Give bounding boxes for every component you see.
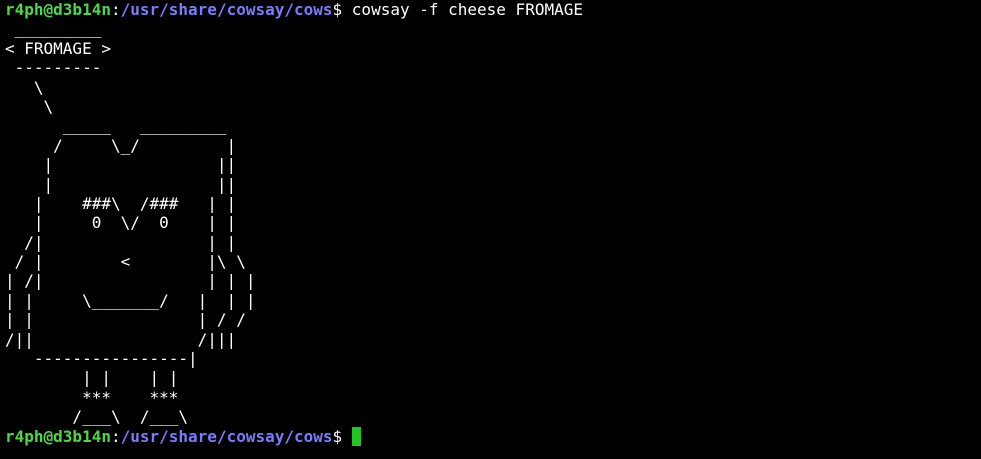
output-line: / | < |\ \ bbox=[5, 252, 246, 272]
output-line: --------- bbox=[5, 58, 102, 78]
terminal-window[interactable]: r4ph@d3b14n:/usr/share/cowsay/cows$ cows… bbox=[0, 0, 981, 459]
command-line: r4ph@d3b14n:/usr/share/cowsay/cows$ cows… bbox=[5, 0, 981, 19]
prompt-path: /usr/share/cowsay/cows bbox=[120, 0, 333, 19]
output-line: /| | | bbox=[5, 232, 237, 252]
output-line: | ###\ /### | | bbox=[5, 193, 237, 213]
prompt-user-host: r4ph@d3b14n bbox=[5, 0, 111, 19]
prompt-symbol: $ bbox=[332, 0, 352, 19]
active-prompt-line[interactable]: r4ph@d3b14n:/usr/share/cowsay/cows$ bbox=[5, 426, 981, 446]
output-line: _____ _________ bbox=[5, 116, 227, 136]
output-line: \ bbox=[5, 96, 54, 116]
prompt-symbol: $ bbox=[332, 426, 352, 446]
prompt-path: /usr/share/cowsay/cows bbox=[120, 426, 333, 446]
output-line: | | \_______/ | | | bbox=[5, 290, 256, 310]
output-line: < FROMAGE > bbox=[5, 38, 111, 58]
command-text: cowsay -f cheese FROMAGE bbox=[351, 0, 583, 19]
output-line: *** *** bbox=[5, 387, 179, 407]
output-line: | || bbox=[5, 155, 237, 175]
output-line: /|| /||| bbox=[5, 329, 237, 349]
output-line: | 0 \/ 0 | | bbox=[5, 213, 237, 233]
output-line: _________ bbox=[5, 19, 102, 39]
output-line: | || bbox=[5, 174, 237, 194]
prompt-colon: : bbox=[110, 0, 121, 19]
output-line: | /| | | | bbox=[5, 271, 256, 291]
output-line: \ bbox=[5, 77, 44, 97]
output-line: /___\ /___\ bbox=[5, 407, 189, 427]
text-cursor[interactable] bbox=[351, 426, 361, 446]
output-line: / \_/ | bbox=[5, 135, 237, 155]
output-line: ----------------| bbox=[5, 349, 198, 369]
output-line: | | | / / bbox=[5, 310, 246, 330]
cowsay-output: _________ < FROMAGE > --------- \ \ ____… bbox=[5, 19, 981, 426]
output-line: | | | | bbox=[5, 368, 179, 388]
prompt-colon: : bbox=[110, 426, 121, 446]
prompt-user-host: r4ph@d3b14n bbox=[5, 426, 111, 446]
